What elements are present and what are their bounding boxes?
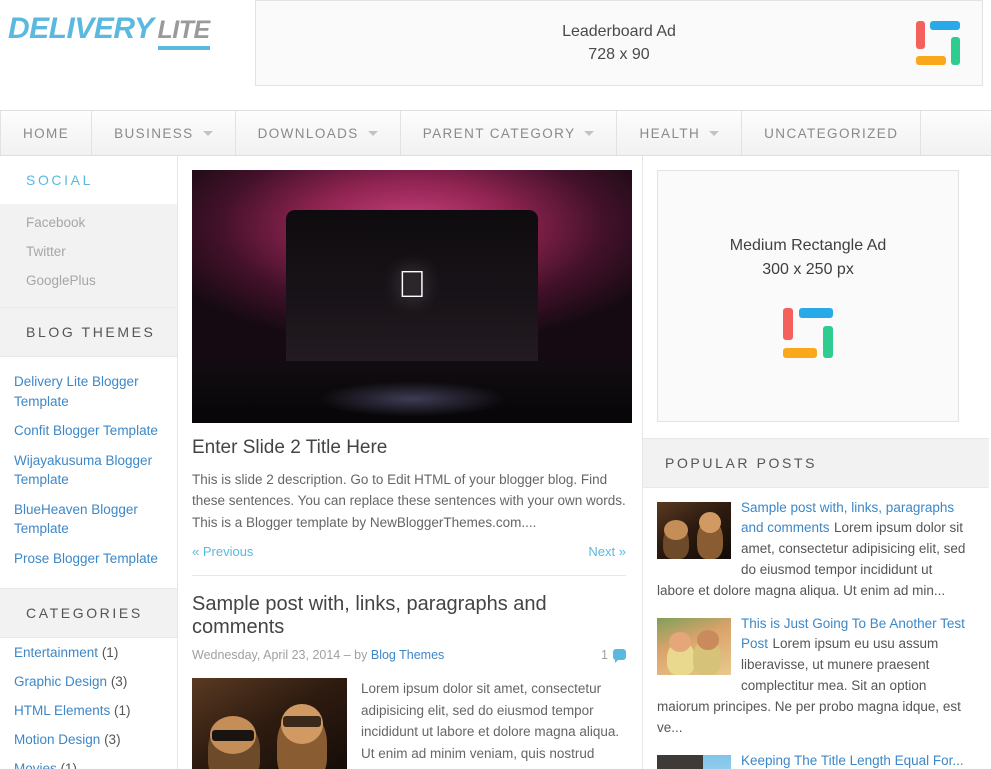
list-item: Movies (1) (0, 754, 177, 769)
social-item-twitter[interactable]: Twitter (0, 237, 177, 266)
list-item: Wijayakusuma Blogger Template (0, 446, 177, 495)
category-count: (3) (104, 731, 121, 747)
category-link[interactable]: Entertainment (14, 645, 98, 660)
main-navigation: HOME BUSINESS DOWNLOADS PARENT CATEGORY … (0, 110, 991, 156)
nav-item-business[interactable]: BUSINESS (92, 111, 236, 155)
page-root: DELIVERY LITE Leaderboard Ad 728 x 90 HOM… (0, 0, 991, 769)
slider-previous-link[interactable]: « Previous (192, 544, 253, 559)
right-sidebar: Medium Rectangle Ad 300 x 250 px POPULAR… (643, 156, 989, 769)
post-meta: Wednesday, April 23, 2014 – by Blog Them… (192, 647, 626, 664)
medium-ad-line1: Medium Rectangle Ad (729, 237, 887, 254)
list-item: This is Just Going To Be Another Test Po… (657, 614, 973, 739)
widget-title-popular-posts: POPULAR POSTS (643, 438, 989, 488)
post-author-link[interactable]: Blog Themes (371, 648, 444, 662)
list-item: Keeping The Title Length Equal For... (657, 751, 973, 769)
chevron-down-icon (367, 130, 378, 136)
list-item: Confit Blogger Template (0, 416, 177, 446)
nav-label: HEALTH (639, 125, 701, 141)
laptop-graphic:  (286, 210, 538, 368)
list-item: Graphic Design (3) (0, 667, 177, 696)
list-item: BlueHeaven Blogger Template (0, 495, 177, 544)
blog-theme-link[interactable]: Delivery Lite Blogger Template (14, 372, 163, 411)
logo-sub-text: LITE (157, 16, 210, 50)
social-item-googleplus[interactable]: GooglePlus (0, 266, 177, 295)
category-count: (1) (101, 644, 119, 660)
nav-label: PARENT CATEGORY (422, 125, 576, 141)
nav-item-uncategorized[interactable]: UNCATEGORIZED (742, 111, 922, 155)
blog-theme-link[interactable]: Wijayakusuma Blogger Template (14, 451, 163, 490)
popular-post-link[interactable]: Keeping The Title Length Equal For... (741, 753, 964, 768)
leaderboard-ad[interactable]: Leaderboard Ad 728 x 90 (255, 0, 983, 86)
comment-count-wrap[interactable]: 1 (601, 647, 626, 664)
nav-label: BUSINESS (114, 125, 194, 141)
category-count: (1) (60, 760, 78, 769)
post-excerpt: Lorem ipsum dolor sit amet, consectetur … (361, 680, 620, 769)
main-content:  Enter Slide 2 Title Here This is slide… (178, 156, 643, 769)
list-item: Prose Blogger Template (0, 544, 177, 574)
post-body: Lorem ipsum dolor sit amet, consectetur … (192, 677, 626, 769)
chevron-down-icon (202, 130, 213, 136)
nav-item-downloads[interactable]: DOWNLOADS (236, 111, 401, 155)
widget-title-blog-themes: BLOG THEMES (0, 307, 177, 357)
leaderboard-ad-line1: Leaderboard Ad (562, 22, 676, 40)
nav-item-home[interactable]: HOME (0, 111, 93, 155)
list-item: Sample post with, links, paragraphs and … (657, 498, 973, 602)
slider-image[interactable]:  (192, 170, 632, 423)
social-item-facebook[interactable]: Facebook (0, 208, 177, 237)
left-sidebar: SOCIAL Facebook Twitter GooglePlus BLOG … (0, 156, 178, 769)
nav-empty-space (921, 111, 991, 155)
desk-reflection (317, 381, 507, 417)
category-link[interactable]: HTML Elements (14, 703, 110, 718)
category-link[interactable]: Motion Design (14, 732, 100, 747)
blog-themes-list: Delivery Lite Blogger Template Confit Bl… (0, 357, 177, 588)
site-logo[interactable]: DELIVERY LITE (0, 0, 255, 50)
slide-title: Enter Slide 2 Title Here (192, 437, 388, 458)
list-item: HTML Elements (1) (0, 696, 177, 725)
apple-logo-icon:  (398, 266, 427, 304)
site-header: DELIVERY LITE Leaderboard Ad 728 x 90 (0, 0, 991, 110)
popular-post-thumbnail[interactable] (657, 617, 731, 675)
category-count: (3) (110, 673, 128, 689)
category-link[interactable]: Graphic Design (14, 674, 107, 689)
post-title[interactable]: Sample post with, links, paragraphs and … (192, 593, 626, 639)
nav-label: HOME (23, 125, 70, 141)
popular-post-thumbnail[interactable] (657, 754, 731, 769)
blog-theme-link[interactable]: BlueHeaven Blogger Template (14, 500, 163, 539)
page-body: SOCIAL Facebook Twitter GooglePlus BLOG … (0, 156, 991, 769)
slider-navigation: « Previous Next » (192, 544, 626, 576)
popular-post-thumbnail[interactable] (657, 502, 731, 559)
categories-list: Entertainment (1) Graphic Design (3) HTM… (0, 638, 177, 769)
nav-label: DOWNLOADS (257, 125, 359, 141)
blog-theme-link[interactable]: Confit Blogger Template (14, 421, 163, 441)
post-date: Wednesday, April 23, 2014 (192, 647, 341, 662)
slide-description: This is slide 2 description. Go to Edit … (192, 472, 626, 530)
category-link[interactable]: Movies (14, 761, 57, 769)
widget-title-categories: CATEGORIES (0, 587, 177, 638)
nav-label: UNCATEGORIZED (764, 125, 899, 141)
category-count: (1) (114, 702, 131, 718)
chevron-down-icon (584, 130, 595, 136)
widget-title-social: SOCIAL (0, 156, 177, 204)
popular-posts-list: Sample post with, links, paragraphs and … (643, 488, 989, 769)
comment-count: 1 (601, 647, 608, 662)
google-ads-pinwheel-icon (916, 21, 960, 65)
comment-bubble-icon (613, 649, 626, 664)
leaderboard-ad-line2: 728 x 90 (588, 46, 650, 63)
blog-theme-link[interactable]: Prose Blogger Template (14, 549, 163, 569)
list-item: Delivery Lite Blogger Template (0, 367, 177, 416)
nav-item-health[interactable]: HEALTH (617, 111, 743, 155)
post-thumbnail[interactable] (192, 677, 347, 769)
slider-next-link[interactable]: Next » (588, 544, 626, 559)
nav-item-parent-category[interactable]: PARENT CATEGORY (401, 111, 618, 155)
medium-rectangle-ad[interactable]: Medium Rectangle Ad 300 x 250 px (657, 170, 959, 422)
post-by-label: – by (343, 647, 368, 662)
social-links-list: Facebook Twitter GooglePlus (0, 204, 177, 307)
medium-ad-line2: 300 x 250 px (762, 261, 854, 278)
logo-main-text: DELIVERY (8, 12, 154, 45)
google-ads-pinwheel-icon (783, 308, 833, 358)
list-item: Motion Design (3) (0, 725, 177, 754)
list-item: Entertainment (1) (0, 638, 177, 667)
chevron-down-icon (709, 130, 720, 136)
